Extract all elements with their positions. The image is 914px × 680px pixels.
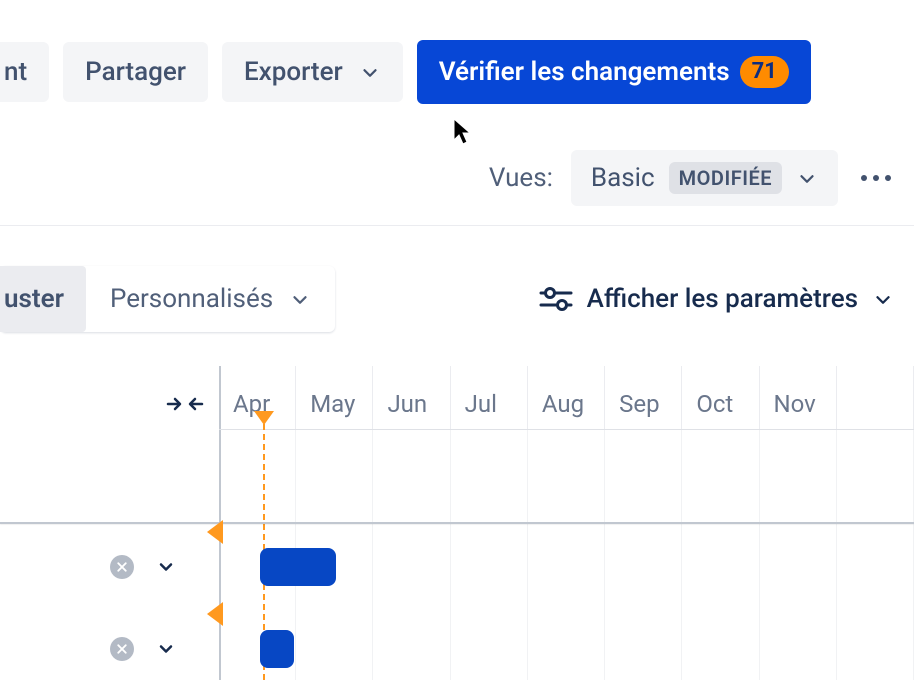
expand-row-button[interactable] xyxy=(156,639,176,659)
truncated-button-label: nt xyxy=(4,57,27,87)
today-marker-icon xyxy=(254,411,274,425)
month-header: Aug xyxy=(528,366,605,429)
more-menu-button[interactable] xyxy=(856,158,896,198)
show-parameters-button[interactable]: Afficher les paramètres xyxy=(539,284,894,314)
month-header: Sep xyxy=(605,366,682,429)
view-modified-pill: MODIFIÉE xyxy=(669,162,782,194)
cursor-icon xyxy=(452,118,474,146)
sliders-icon xyxy=(539,285,573,313)
share-button-label: Partager xyxy=(85,57,186,87)
month-header: Jul xyxy=(451,366,528,429)
chevron-down-icon xyxy=(359,61,381,83)
filter-personalized[interactable]: Personnalisés xyxy=(86,266,335,332)
view-selected-name: Basic xyxy=(591,163,655,193)
share-button[interactable]: Partager xyxy=(63,42,208,102)
timeline-row xyxy=(0,526,914,608)
views-label: Vues: xyxy=(489,163,553,193)
timeline: AprMayJunJulAugSepOctNov xyxy=(0,366,914,680)
toolbar-top: nt Partager Exporter Vérifier les change… xyxy=(0,40,914,104)
filter-bar: uster Personnalisés Afficher les paramèt… xyxy=(0,264,894,334)
month-header: May xyxy=(296,366,373,429)
row-controls xyxy=(110,555,176,579)
row-marker-icon xyxy=(207,520,223,544)
month-header xyxy=(837,366,914,429)
chevron-down-icon xyxy=(289,288,311,310)
divider xyxy=(0,225,914,226)
timeline-row xyxy=(0,608,914,680)
view-selector[interactable]: Basic MODIFIÉE xyxy=(571,150,838,206)
row-marker-icon xyxy=(207,602,223,626)
chevron-down-icon xyxy=(796,167,818,189)
filter-chip-group: uster Personnalisés xyxy=(0,266,335,332)
verify-changes-button[interactable]: Vérifier les changements 71 xyxy=(417,40,811,104)
truncated-button[interactable]: nt xyxy=(0,42,49,102)
row-controls xyxy=(110,637,176,661)
month-header: Jun xyxy=(373,366,450,429)
remove-row-button[interactable] xyxy=(110,637,134,661)
changes-count-badge: 71 xyxy=(740,56,789,89)
filter-uster[interactable]: uster xyxy=(0,266,86,332)
filter-uster-label: uster xyxy=(4,284,64,314)
timeline-bar[interactable] xyxy=(260,630,294,668)
collapse-columns-button[interactable] xyxy=(165,392,205,416)
export-button[interactable]: Exporter xyxy=(222,42,403,102)
filter-personalized-label: Personnalisés xyxy=(110,284,273,314)
timeline-track-divider xyxy=(0,522,914,524)
views-bar: Vues: Basic MODIFIÉE xyxy=(489,150,896,206)
verify-changes-label: Vérifier les changements xyxy=(439,57,730,87)
month-header: Oct xyxy=(682,366,759,429)
show-parameters-label: Afficher les paramètres xyxy=(587,284,858,314)
remove-row-button[interactable] xyxy=(110,555,134,579)
timeline-bar[interactable] xyxy=(260,548,336,586)
timeline-header: AprMayJunJulAugSepOctNov xyxy=(219,366,914,430)
expand-row-button[interactable] xyxy=(156,557,176,577)
export-button-label: Exporter xyxy=(244,57,343,87)
month-header: Nov xyxy=(760,366,837,429)
chevron-down-icon xyxy=(872,288,894,310)
